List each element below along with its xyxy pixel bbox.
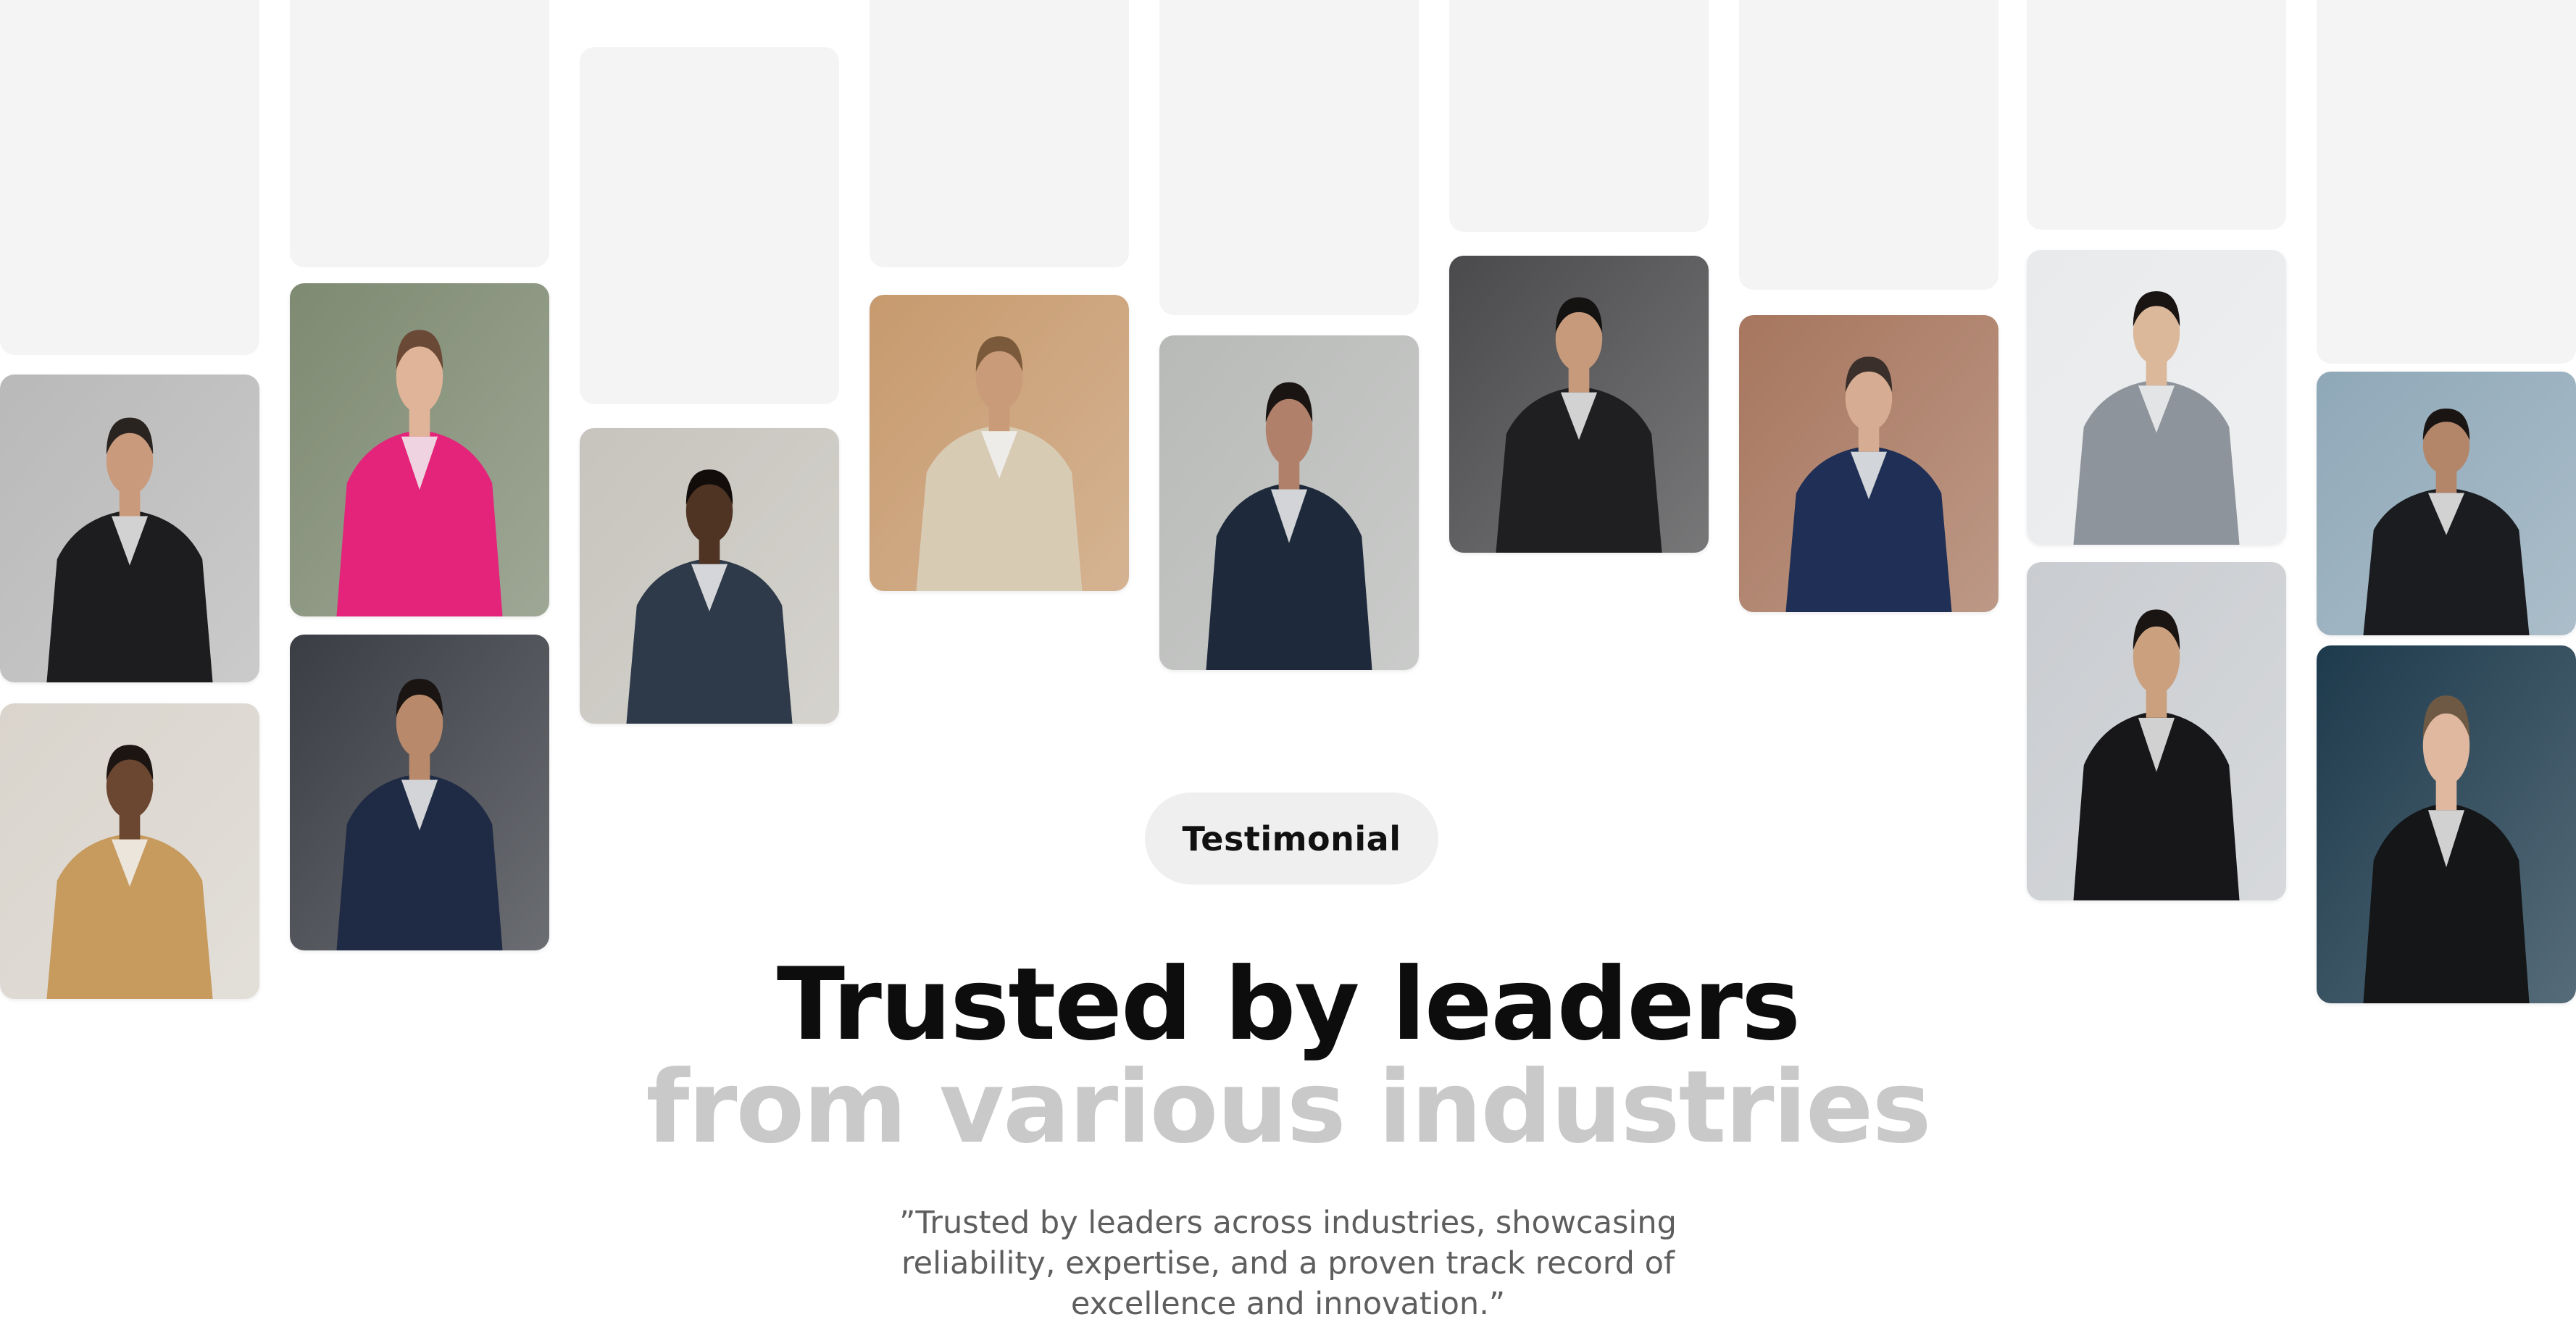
portrait-man-striped-shirt [580,428,839,724]
portrait-illustration [290,635,549,950]
portrait-man-navy-cardigan [1739,315,1998,612]
portrait-illustration [2317,372,2576,635]
portrait-man-navy-suit-seated [290,635,549,950]
portrait-man-black-suit-outdoor [2317,372,2576,635]
image-placeholder [870,0,1129,267]
portrait-man-beard-dark-backdrop [2317,645,2576,1003]
testimonial-section: Testimonial Trusted by leaders from vari… [0,0,2576,1330]
testimonial-badge: Testimonial [1145,792,1438,884]
image-placeholder [290,0,549,267]
portrait-illustration [2317,645,2576,1003]
image-placeholder [0,0,259,355]
portrait-woman-pink-suit [290,283,549,616]
portrait-man-sunglasses-black-suit [0,375,259,682]
portrait-illustration [2027,250,2286,545]
image-placeholder [2317,0,2576,364]
image-placeholder [1739,0,1998,290]
portrait-illustration [1739,315,1998,612]
image-placeholder [2027,0,2286,230]
image-placeholder [1449,0,1709,232]
portrait-illustration [870,295,1129,591]
portrait-illustration [290,283,549,616]
image-placeholder [580,47,839,404]
headline-primary: Trusted by leaders [776,946,1801,1063]
portrait-illustration [1449,256,1709,553]
portrait-woman-black-suit [2027,562,2286,900]
portrait-man-plaid-suit [1159,335,1419,670]
portrait-woman-white-blouse [1449,256,1709,553]
headline-secondary: from various industries [646,1049,1931,1166]
image-placeholder [1159,0,1419,315]
portrait-woman-beige-blazer [870,295,1129,591]
portrait-man-headset-grey-blazer [2027,250,2286,545]
portrait-illustration [2027,562,2286,900]
portrait-illustration [580,428,839,724]
portrait-illustration [1159,335,1419,670]
portrait-illustration [0,375,259,682]
testimonial-quote: ”Trusted by leaders across industries, s… [899,1205,1677,1322]
